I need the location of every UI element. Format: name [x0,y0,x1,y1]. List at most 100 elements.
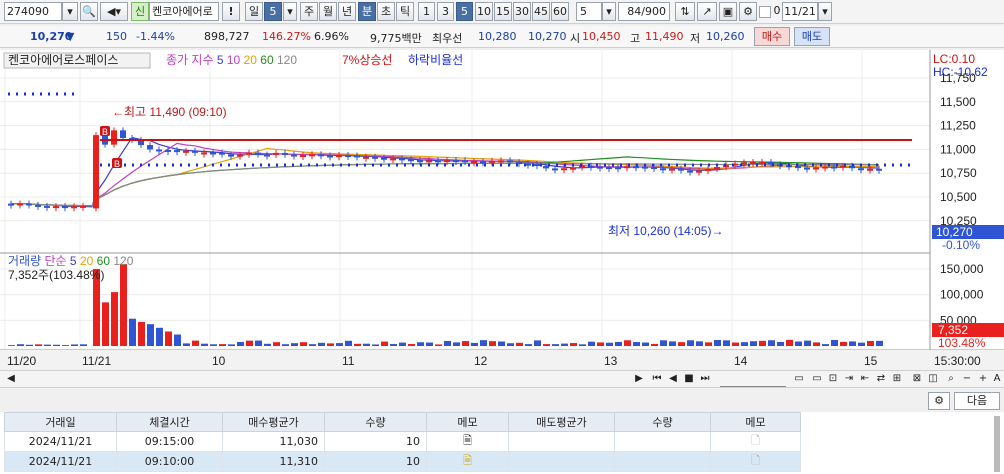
alert-button[interactable]: ! [222,2,240,21]
col-buy-avg-header[interactable]: 매수평균가 [222,412,325,432]
count-display[interactable]: 84/900 [618,2,670,21]
min-10-button[interactable]: 10 [475,2,493,21]
period-dropdown-icon[interactable]: ▾ [283,2,297,21]
memo-icon[interactable]: 🗎 [426,431,509,452]
candle [354,155,360,158]
min-5-button[interactable]: 5 [456,2,473,21]
next-icon[interactable]: ⏭ [698,372,712,387]
col-time-header[interactable]: 체결시간 [116,412,223,432]
first-icon[interactable]: ⏮ [650,372,664,387]
buy-button[interactable]: 매수 [754,27,790,46]
volume-bar [147,324,154,346]
tool-icon-9[interactable]: ◫ [926,372,940,387]
tool-icon-5[interactable]: ⇤ [858,372,872,387]
tick-button[interactable]: 틱 [396,2,414,21]
calendar-dropdown-icon[interactable]: ▾ [818,2,832,21]
plus-icon[interactable]: + [976,372,990,387]
min-15-button[interactable]: 15 [494,2,512,21]
candle [336,155,342,158]
volume-bar [696,341,703,346]
trend-icon[interactable]: ↗ [697,2,717,21]
high-price: 11,490 [645,30,684,43]
memo-icon[interactable]: 🗎 [426,451,509,472]
gear-icon[interactable]: ⚙ [739,2,757,21]
col-date-header[interactable]: 거래일 [4,412,117,432]
date-input[interactable]: 11/21 [782,2,818,21]
period-num[interactable]: 5 [264,2,282,21]
vol-ma5-label: 5 [70,254,77,268]
compare-icon[interactable]: ⇅ [675,2,695,21]
speaker-icon[interactable]: ◀︎▾ [100,2,128,21]
tool-icon-3[interactable]: ⊡ [826,372,840,387]
col-buy-qty-header[interactable]: 수량 [324,412,427,432]
table-row[interactable]: 2024/11/21 09:15:00 11,030 10 🗎 🗋 [4,431,801,452]
tool-icon-1[interactable]: ▭ [792,372,806,387]
second-button[interactable]: 초 [377,2,395,21]
candle [390,158,396,161]
volume-bar [309,344,316,346]
best-ask: 10,280 [478,30,517,43]
price-tick-label: 11,250 [940,119,976,133]
volume-bar [750,341,757,346]
zoom-slider[interactable] [720,372,786,387]
minute-button[interactable]: 분 [358,2,376,21]
col-sell-qty-header[interactable]: 수량 [614,412,711,432]
grid-scrollbar[interactable] [994,416,1000,472]
zoom-out-icon[interactable]: ⌕ [944,372,958,387]
volume-bar [858,342,865,346]
period-day-button[interactable]: 일 [245,2,263,21]
volume-value: 7,352주(103.48%) [8,268,104,282]
sell-button[interactable]: 매도 [794,27,830,46]
tool-icon-2[interactable]: ▭ [810,372,824,387]
volume-bar [606,342,613,346]
volume-bar [678,342,685,346]
down-arrow-icon: ▼ [66,30,75,43]
scroll-left-icon[interactable]: ◀ [4,372,18,387]
min-1-button[interactable]: 1 [418,2,435,21]
date-checkbox[interactable] [759,6,771,18]
interval-dropdown-icon[interactable]: ▾ [602,2,616,21]
text-icon[interactable]: A [990,372,1004,387]
ma60-label: 60 [260,53,274,67]
grid-gear-icon[interactable]: ⚙ [928,392,950,410]
tool-icon-8[interactable]: ⊠ [910,372,924,387]
min-3-button[interactable]: 3 [437,2,454,21]
sell-memo-icon[interactable]: 🗋 [710,451,801,472]
col-buy-memo-header[interactable]: 메모 [426,412,509,432]
stock-chart[interactable]: B B ←최고 11,490 (09:10) 최저 10,260 (14:05)… [0,50,1004,370]
minus-icon[interactable]: − [960,372,974,387]
current-price-pct: -0.10% [942,238,980,252]
volume-bar [111,292,118,346]
min-60-button[interactable]: 60 [551,2,569,21]
tool-icon-4[interactable]: ⇥ [842,372,856,387]
volume-bar [588,341,595,346]
candle [597,166,603,169]
stop-icon[interactable]: ■ [682,372,696,387]
save-icon[interactable]: ▣ [719,2,737,21]
candle [444,160,450,163]
row-date: 2024/11/21 [4,451,117,472]
volume-bar [768,340,775,346]
table-row[interactable]: 2024/11/21 09:10:00 11,310 10 🗎 🗋 [4,451,801,472]
interval-input[interactable]: 5 [576,2,602,21]
candle [80,205,86,208]
month-button[interactable]: 월 [319,2,337,21]
scroll-right-icon[interactable]: ▶ [632,372,646,387]
prev-icon[interactable]: ◀ [666,372,680,387]
stock-code-input[interactable]: 274090 [4,2,62,21]
sell-memo-icon[interactable]: 🗋 [710,431,801,452]
week-button[interactable]: 주 [300,2,318,21]
tool-icon-6[interactable]: ⇄ [874,372,888,387]
next-button[interactable]: 다음 [954,392,1000,410]
code-dropdown-icon[interactable]: ▾ [62,2,78,21]
col-sell-memo-header[interactable]: 메모 [710,412,801,432]
tool-icon-7[interactable]: ⊞ [890,372,904,387]
min-45-button[interactable]: 45 [532,2,550,21]
col-sell-avg-header[interactable]: 매도평균가 [508,412,615,432]
volume-bar [53,344,60,346]
year-button[interactable]: 년 [338,2,356,21]
stock-legend[interactable]: 켄코아에어로스페이스 [8,53,118,67]
min-30-button[interactable]: 30 [513,2,531,21]
search-icon[interactable]: 🔍 [80,2,98,21]
chart-scrollbar[interactable]: ◀ ▶ ⏮ ◀ ■ ⏭ ▭ ▭ ⊡ ⇥ ⇤ ⇄ ⊞ ⊠ ◫ ⌕ − + A [0,370,1004,388]
